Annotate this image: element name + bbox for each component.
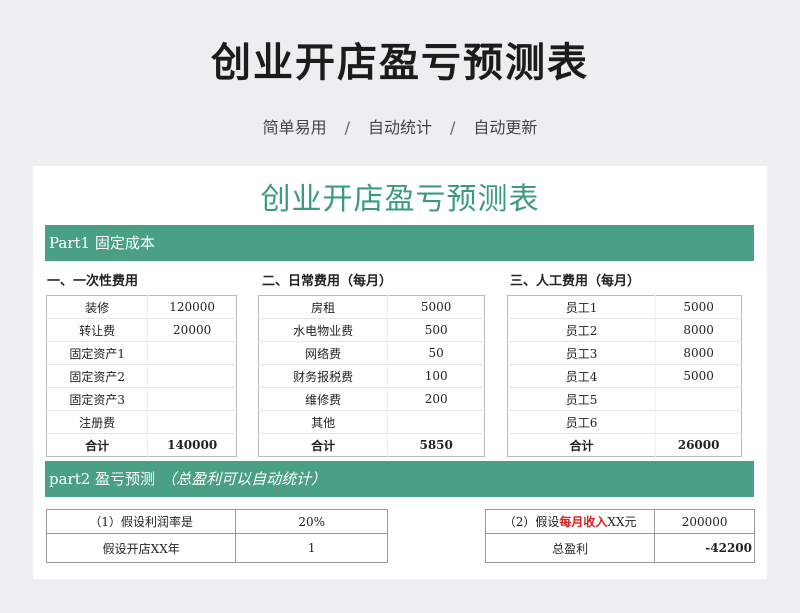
spreadsheet-preview: 创业开店盈亏预测表 Part1 固定成本 一、一次性费用 二、日常费用（每月） …: [33, 166, 767, 579]
cost-item-value[interactable]: 8000: [655, 341, 742, 365]
cost-item-value[interactable]: 5000: [655, 295, 742, 319]
labor-cost-table: 员工1 5000 员工2 8000 员工3 8000 员工4 5000 员工5 员工6 …: [507, 295, 742, 457]
table-row: 固定资产3: [46, 387, 237, 411]
cost-item-name[interactable]: 财务报税费: [258, 364, 389, 388]
total-value[interactable]: 26000: [656, 434, 742, 457]
subtitle-item-easy: 简单易用: [262, 118, 327, 137]
cost-item-name[interactable]: 员工4: [507, 364, 657, 388]
table-row: 员工5: [507, 387, 742, 411]
cost-item-name[interactable]: 装修: [46, 295, 149, 319]
table-row: 注册费: [46, 410, 237, 434]
years-input[interactable]: 1: [235, 533, 388, 563]
cost-item-value[interactable]: 120000: [147, 295, 237, 319]
cost-item-name[interactable]: 维修费: [258, 387, 389, 411]
table-row: 员工3 8000: [507, 341, 742, 365]
part1-bar: Part1 固定成本: [45, 225, 754, 261]
table-row: 水电物业费 500: [258, 318, 485, 342]
total-profit-label: 总盈利: [484, 533, 656, 563]
cost-item-name[interactable]: 其他: [258, 410, 389, 434]
cost-item-name[interactable]: 员工1: [507, 295, 657, 319]
subtitle-item-autostat: 自动统计: [367, 118, 432, 137]
prediction-table-left: （1）假设利润率是 20% 假设开店XX年 1: [45, 509, 388, 563]
cost-item-value[interactable]: [655, 410, 742, 434]
table-row: 其他: [258, 410, 485, 434]
subtitle-item-autoupdate: 自动更新: [473, 118, 538, 137]
total-value[interactable]: 140000: [148, 434, 237, 457]
part2-note: （总盈利可以自动统计）: [161, 470, 327, 488]
subtitle-separator: /: [344, 118, 350, 137]
cost-item-name[interactable]: 固定资产2: [46, 364, 149, 388]
cost-item-value[interactable]: 5000: [387, 295, 485, 319]
table-row: 假设开店XX年 1: [45, 533, 388, 563]
total-value[interactable]: 5850: [388, 434, 485, 457]
cost-item-name[interactable]: 固定资产3: [46, 387, 149, 411]
cost-item-value[interactable]: 500: [387, 318, 485, 342]
table-row: 员工2 8000: [507, 318, 742, 342]
cost-item-value[interactable]: [147, 364, 237, 388]
table-row: 维修费 200: [258, 387, 485, 411]
daily-cost-table: 房租 5000 水电物业费 500 网络费 50 财务报税费 100 维修费 200 其他…: [258, 295, 485, 457]
part1-label: Part1 固定成本: [49, 234, 155, 252]
cost-item-value[interactable]: 100: [387, 364, 485, 388]
cost-item-name[interactable]: 水电物业费: [258, 318, 389, 342]
total-row: 合计 5850: [258, 433, 485, 457]
years-label: 假设开店XX年: [45, 533, 237, 563]
part2-label: part2 盈亏预测: [49, 470, 156, 488]
total-profit-value: -42200: [654, 533, 755, 563]
table-row: 员工1 5000: [507, 295, 742, 319]
profit-rate-input[interactable]: 20%: [235, 509, 388, 534]
daily-cost-heading: 二、日常费用（每月）: [262, 274, 393, 289]
table-row: 固定资产1: [46, 341, 237, 365]
table-row: 转让费 20000: [46, 318, 237, 342]
table-row: （1）假设利润率是 20%: [45, 509, 388, 534]
table-row: 网络费 50: [258, 341, 485, 365]
subtitle-separator: /: [450, 118, 456, 137]
total-label: 合计: [507, 433, 657, 457]
cost-item-value[interactable]: [147, 341, 237, 365]
table-row: 总盈利 -42200: [484, 533, 755, 563]
total-row: 合计 26000: [507, 433, 742, 457]
total-row: 合计 140000: [46, 433, 237, 457]
sheet-title: 创业开店盈亏预测表: [260, 182, 540, 217]
cost-item-value[interactable]: [655, 387, 742, 411]
cost-item-name[interactable]: 员工5: [507, 387, 657, 411]
page-title: 创业开店盈亏预测表: [211, 40, 589, 86]
table-row: 财务报税费 100: [258, 364, 485, 388]
total-label: 合计: [46, 433, 149, 457]
cost-item-name[interactable]: 网络费: [258, 341, 389, 365]
cost-item-name[interactable]: 员工2: [507, 318, 657, 342]
table-row: 员工4 5000: [507, 364, 742, 388]
subtitle: 简单易用 / 自动统计 / 自动更新: [0, 114, 800, 138]
labor-cost-heading: 三、人工费用（每月）: [510, 274, 641, 289]
cost-item-value[interactable]: [147, 387, 237, 411]
cost-item-name[interactable]: 员工3: [507, 341, 657, 365]
cost-item-value[interactable]: [387, 410, 485, 434]
total-label: 合计: [258, 433, 389, 457]
table-row: 房租 5000: [258, 295, 485, 319]
monthly-income-input[interactable]: 200000: [654, 509, 755, 534]
cost-item-name[interactable]: 转让费: [46, 318, 149, 342]
cost-item-name[interactable]: 员工6: [507, 410, 657, 434]
profit-rate-label: （1）假设利润率是: [45, 509, 237, 534]
table-row: 固定资产2: [46, 364, 237, 388]
cost-item-value[interactable]: 8000: [655, 318, 742, 342]
monthly-income-highlight: 每月收入: [559, 515, 608, 529]
cost-item-value[interactable]: 200: [387, 387, 485, 411]
prediction-table-right: （2）假设每月收入XX元 200000 总盈利 -42200: [484, 509, 755, 563]
cost-item-name[interactable]: 固定资产1: [46, 341, 149, 365]
cost-item-value[interactable]: 50: [387, 341, 485, 365]
one-time-cost-table: 装修 120000 转让费 20000 固定资产1 固定资产2 固定资产3 注册费 …: [46, 295, 237, 457]
cost-item-value[interactable]: [147, 410, 237, 434]
cost-item-value[interactable]: 5000: [655, 364, 742, 388]
table-row: 员工6: [507, 410, 742, 434]
monthly-income-label: （2）假设每月收入XX元: [484, 509, 656, 534]
part2-bar: part2 盈亏预测 （总盈利可以自动统计）: [45, 461, 754, 497]
cost-item-value[interactable]: 20000: [147, 318, 237, 342]
one-time-cost-heading: 一、一次性费用: [47, 274, 139, 289]
cost-item-name[interactable]: 房租: [258, 295, 389, 319]
cost-item-name[interactable]: 注册费: [46, 410, 149, 434]
table-row: 装修 120000: [46, 295, 237, 319]
table-row: （2）假设每月收入XX元 200000: [484, 509, 755, 534]
